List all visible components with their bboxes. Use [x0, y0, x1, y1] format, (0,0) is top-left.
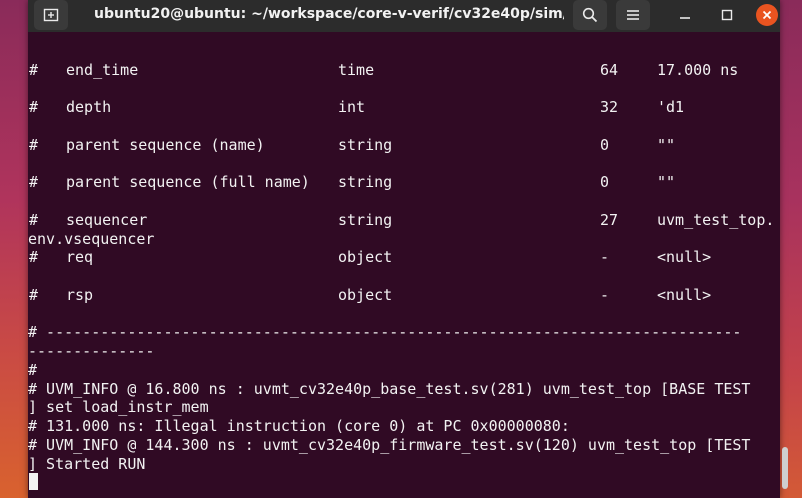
maximize-icon [721, 9, 733, 21]
field-type: string [338, 136, 393, 154]
field-row-parent-sequence-full-name: # parent sequence (full name) string 0 "… [28, 173, 675, 191]
log-line: # UVM_INFO @ 16.800 ns : uvmt_cv32e40p_b… [28, 380, 751, 398]
minimize-button[interactable] [673, 3, 697, 27]
search-button[interactable] [573, 0, 607, 30]
field-size: - [600, 248, 610, 266]
log-line: ] set load_instr_mem [28, 398, 209, 416]
field-hash: # [29, 136, 39, 154]
field-hash: # [29, 211, 39, 229]
log-line: # UVM_INFO @ 144.300 ns : uvmt_cv32e40p_… [28, 436, 751, 454]
field-size: 27 [600, 211, 619, 229]
hamburger-menu-icon [627, 10, 639, 20]
field-value: <null> [657, 248, 712, 266]
field-row-parent-sequence-name: # parent sequence (name) string 0 "" [28, 136, 675, 154]
log-line: # [28, 361, 38, 379]
field-value: 17.000 ns [657, 61, 739, 79]
close-icon [762, 10, 772, 20]
field-row-depth: # depth int 32 'd1 [28, 98, 684, 116]
field-size: - [600, 286, 610, 304]
field-type: object [338, 248, 393, 266]
field-hash: # [29, 98, 39, 116]
terminal-output[interactable]: # end_time time 64 17.000 ns # depth int… [28, 32, 780, 498]
minimize-icon [680, 17, 690, 19]
maximize-button[interactable] [715, 3, 739, 27]
field-row-rsp: # rsp object - <null> [28, 286, 711, 304]
field-hash: # [29, 173, 39, 191]
log-line: ] Started RUN [28, 455, 146, 473]
title-bar[interactable]: ubuntu20@ubuntu: ~/workspace/core-v-veri… [28, 0, 780, 32]
close-button[interactable] [756, 4, 778, 26]
menu-button[interactable] [616, 0, 650, 30]
window-title: ubuntu20@ubuntu: ~/workspace/core-v-veri… [94, 6, 564, 22]
field-type: string [338, 173, 393, 191]
field-row-req: # req object - <null> [28, 248, 711, 266]
field-type: int [338, 98, 366, 116]
field-hash: # [29, 248, 39, 266]
field-size: 0 [600, 136, 610, 154]
new-tab-icon [43, 8, 59, 22]
new-tab-button[interactable] [34, 0, 68, 30]
field-name: sequencer [66, 211, 148, 229]
log-line: # 131.000 ns: Illegal instruction (core … [28, 417, 570, 435]
search-icon [582, 7, 598, 23]
log-line: # --------------------------------------… [28, 323, 742, 341]
field-value: 'd1 [657, 98, 685, 116]
field-size: 64 [600, 61, 619, 79]
desktop-wallpaper-right [780, 0, 802, 498]
field-name: depth [66, 98, 112, 116]
field-name: parent sequence (full name) [66, 173, 310, 191]
field-row-end-time: # end_time time 64 17.000 ns [28, 61, 738, 79]
field-value: uvm_test_top. [657, 211, 775, 229]
scrollbar-thumb[interactable] [782, 447, 788, 489]
field-name: end_time [66, 61, 139, 79]
terminal-window: ubuntu20@ubuntu: ~/workspace/core-v-veri… [28, 0, 780, 498]
field-value-wrap: env.vsequencer [28, 230, 155, 248]
field-value: "" [657, 136, 676, 154]
field-type: object [338, 286, 393, 304]
field-value: <null> [657, 286, 712, 304]
field-name: parent sequence (name) [66, 136, 265, 154]
field-name: rsp [66, 286, 94, 304]
field-hash: # [29, 286, 39, 304]
log-line: -------------- [28, 342, 155, 360]
field-hash: # [29, 61, 39, 79]
desktop-wallpaper-left [0, 0, 28, 498]
field-row-sequencer: # sequencer string 27 uvm_test_top. [28, 211, 774, 229]
field-type: string [338, 211, 393, 229]
field-size: 32 [600, 98, 619, 116]
field-value: "" [657, 173, 676, 191]
text-cursor [29, 473, 38, 490]
field-size: 0 [600, 173, 610, 191]
field-type: time [338, 61, 375, 79]
field-name: req [66, 248, 94, 266]
